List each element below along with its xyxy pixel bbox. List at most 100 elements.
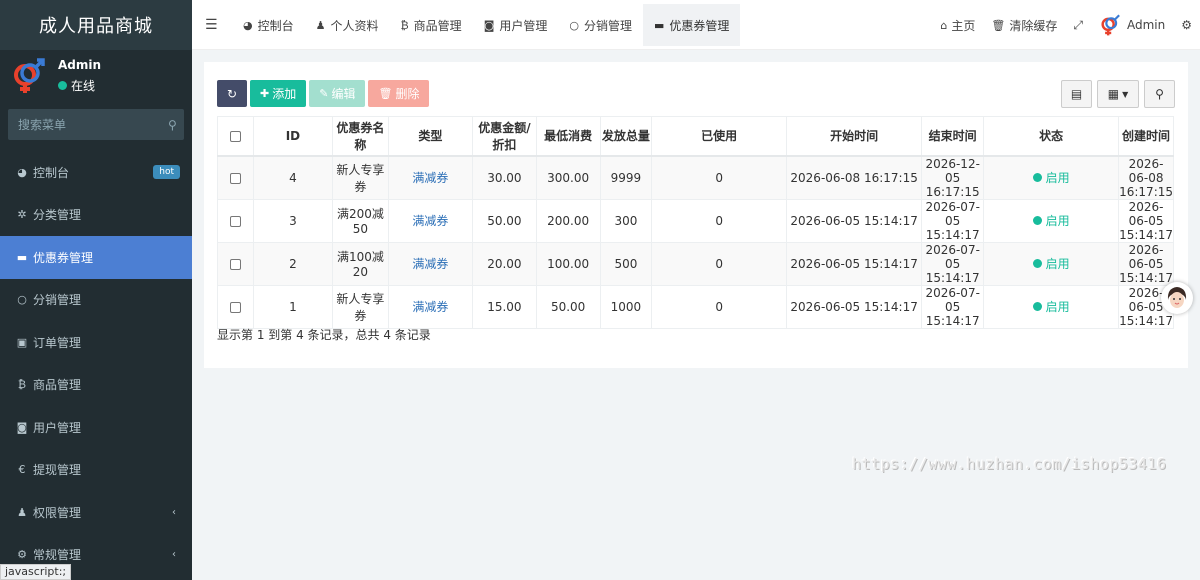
- bitcoin-icon: ₿: [17, 378, 27, 392]
- table-row[interactable]: 2 满100减20 满减券 20.00 100.00 500 0 2026-06-05 15:…: [217, 241, 1174, 286]
- table-tools: ▤ ▦ ▼ ⚲: [1061, 80, 1175, 108]
- nav-tab-label: 商品管理: [413, 18, 462, 33]
- sidebar-item-1[interactable]: ✲ 分类管理: [0, 194, 192, 237]
- status-dot-icon: [1032, 259, 1042, 268]
- status-dot-icon: [1032, 216, 1042, 225]
- table-cell: 新人专享券: [332, 284, 389, 329]
- home-label: 主页: [951, 18, 976, 33]
- nav-tab-3[interactable]: ◙ 用户管理: [473, 4, 559, 46]
- nav-tab-5[interactable]: ▬ 优惠券管理: [643, 4, 741, 46]
- column-header: 状态: [983, 116, 1120, 157]
- type-link[interactable]: 满减券: [412, 214, 448, 228]
- row-checkbox[interactable]: [229, 215, 241, 227]
- content-panel: ↻ ✚ 添加 ✎ 编辑 🗑 删除 ▤ ▦ ▼ ⚲ ID 优惠券名称 类型 优惠金…: [204, 62, 1188, 368]
- address-book-icon: ◙: [483, 18, 495, 32]
- toggle-view-button[interactable]: ▤: [1061, 80, 1092, 108]
- search-icon[interactable]: ⚲: [168, 118, 177, 132]
- sidebar-item-label: 分销管理: [33, 293, 82, 308]
- chevron-left-icon: ‹: [172, 549, 176, 561]
- menu-search-input[interactable]: [18, 117, 168, 132]
- sitemap-icon: ✲: [17, 208, 27, 222]
- clear-cache-link[interactable]: 🗑 清除缓存: [983, 17, 1065, 34]
- type-link[interactable]: 满减券: [412, 171, 448, 185]
- row-checkbox[interactable]: [229, 172, 241, 184]
- nav-tab-4[interactable]: ○ 分销管理: [558, 4, 643, 46]
- column-header: 结束时间: [921, 116, 985, 157]
- sidebar-item-label: 分类管理: [33, 208, 82, 223]
- sidebar-toggle-icon[interactable]: ☰: [205, 17, 218, 33]
- online-dot-icon: [58, 81, 67, 90]
- support-avatar-icon[interactable]: [1161, 282, 1193, 314]
- status-cell: 启用: [983, 241, 1120, 286]
- delete-label: 删除: [395, 87, 420, 101]
- table-cell: 2026-06-05 15:14:17: [786, 284, 923, 329]
- delete-button[interactable]: 🗑 删除: [368, 80, 430, 107]
- sidebar-item-8[interactable]: ♟ 权限管理 ‹: [0, 491, 192, 534]
- sidebar-item-6[interactable]: ◙ 用户管理: [0, 406, 192, 449]
- select-all-checkbox[interactable]: [229, 130, 241, 142]
- column-header: 优惠金额/折扣: [472, 116, 537, 157]
- type-link[interactable]: 满减券: [412, 300, 448, 314]
- settings-button[interactable]: ⚙: [1173, 18, 1200, 32]
- table-cell: 0: [651, 241, 788, 286]
- fullscreen-button[interactable]: ⤢: [1065, 18, 1091, 33]
- type-cell: 满减券: [387, 155, 474, 200]
- table-row[interactable]: 4 新人专享券 满减券 30.00 300.00 9999 0 2026-06-08 16:1…: [217, 155, 1174, 200]
- table-body: 4 新人专享券 满减券 30.00 300.00 9999 0 2026-06-08 16:1…: [217, 155, 1174, 329]
- sidebar-menu: ◕ 控制台 hot ✲ 分类管理 ▬ 优惠券管理 ○ 分销管理 ▣ 订单管理 ₿ 商品管理 ◙ 用户管理 € 提…: [0, 151, 192, 576]
- sidebar-item-0[interactable]: ◕ 控制台 hot: [0, 151, 192, 194]
- nav-tab-label: 优惠券管理: [669, 18, 730, 33]
- table-row[interactable]: 1 新人专享券 满减券 15.00 50.00 1000 0 2026-06-05 15:14…: [217, 284, 1174, 329]
- sidebar-item-2[interactable]: ▬ 优惠券管理: [0, 236, 192, 279]
- nav-tab-1[interactable]: ♟ 个人资料: [305, 4, 390, 46]
- type-cell: 满减券: [387, 241, 474, 286]
- type-cell: 满减券: [387, 198, 474, 243]
- table-cell: 300: [599, 198, 653, 243]
- clear-cache-label: 清除缓存: [1009, 18, 1058, 33]
- row-checkbox[interactable]: [229, 301, 241, 313]
- circle-icon: ○: [17, 293, 27, 307]
- type-link[interactable]: 满减券: [412, 257, 448, 271]
- cogs-icon: ⚙: [1181, 18, 1192, 32]
- sidebar-item-5[interactable]: ₿ 商品管理: [0, 364, 192, 407]
- admin-menu[interactable]: Admin: [1091, 14, 1173, 36]
- nav-tab-2[interactable]: ₿ 商品管理: [390, 4, 473, 46]
- search-icon: ⚲: [1155, 87, 1164, 101]
- group-icon: ♟: [17, 505, 27, 519]
- brand-title[interactable]: 成人用品商城: [0, 0, 192, 50]
- table-cell: 2026-06-05 15:14:17: [786, 198, 923, 243]
- nav-tab-0[interactable]: ◕ 控制台: [232, 4, 305, 46]
- credit-card-icon: ▬: [654, 18, 665, 32]
- sidebar-item-label: 常规管理: [33, 548, 82, 563]
- add-button[interactable]: ✚ 添加: [250, 80, 307, 107]
- nav-tab-label: 用户管理: [499, 18, 548, 33]
- table-row[interactable]: 3 满200减50 满减券 50.00 200.00 300 0 2026-06-05 15:…: [217, 198, 1174, 243]
- edit-button[interactable]: ✎ 编辑: [309, 80, 366, 107]
- file-icon: ▣: [16, 335, 28, 349]
- status-badge[interactable]: 启用: [1032, 298, 1070, 315]
- watermark-text: https://www.huzhan.com/ishop53416: [852, 455, 1167, 473]
- sidebar-item-3[interactable]: ○ 分销管理: [0, 279, 192, 322]
- table-cell: 2026-07-05 15:14:17: [921, 241, 985, 286]
- nav-tab-label: 控制台: [257, 18, 294, 33]
- table-cell: 2026-06-08 16:17:15: [1118, 155, 1174, 200]
- column-header: 发放总量: [599, 116, 653, 157]
- row-select-cell: [217, 284, 254, 329]
- columns-dropdown[interactable]: ▦ ▼: [1097, 80, 1139, 108]
- status-badge[interactable]: 启用: [1032, 212, 1070, 229]
- nav-tab-label: 分销管理: [584, 18, 633, 33]
- status-badge[interactable]: 启用: [1032, 255, 1070, 272]
- column-header: 创建时间: [1118, 116, 1174, 157]
- sidebar-item-4[interactable]: ▣ 订单管理: [0, 321, 192, 364]
- table-search-button[interactable]: ⚲: [1144, 80, 1175, 108]
- home-link[interactable]: ⌂ 主页: [932, 17, 983, 34]
- type-cell: 满减券: [387, 284, 474, 329]
- table-cell: 满100减20: [332, 241, 389, 286]
- caret-down-icon: ▼: [1122, 89, 1129, 99]
- sidebar-item-7[interactable]: € 提现管理: [0, 449, 192, 492]
- status-badge[interactable]: 启用: [1032, 169, 1070, 186]
- plus-icon: ✚: [260, 87, 270, 100]
- refresh-button[interactable]: ↻: [217, 80, 247, 107]
- coupon-table: ID 优惠券名称 类型 优惠金额/折扣 最低消费 发放总量 已使用 开始时间 结束时间 状态 创建时…: [217, 116, 1174, 329]
- row-checkbox[interactable]: [229, 258, 241, 270]
